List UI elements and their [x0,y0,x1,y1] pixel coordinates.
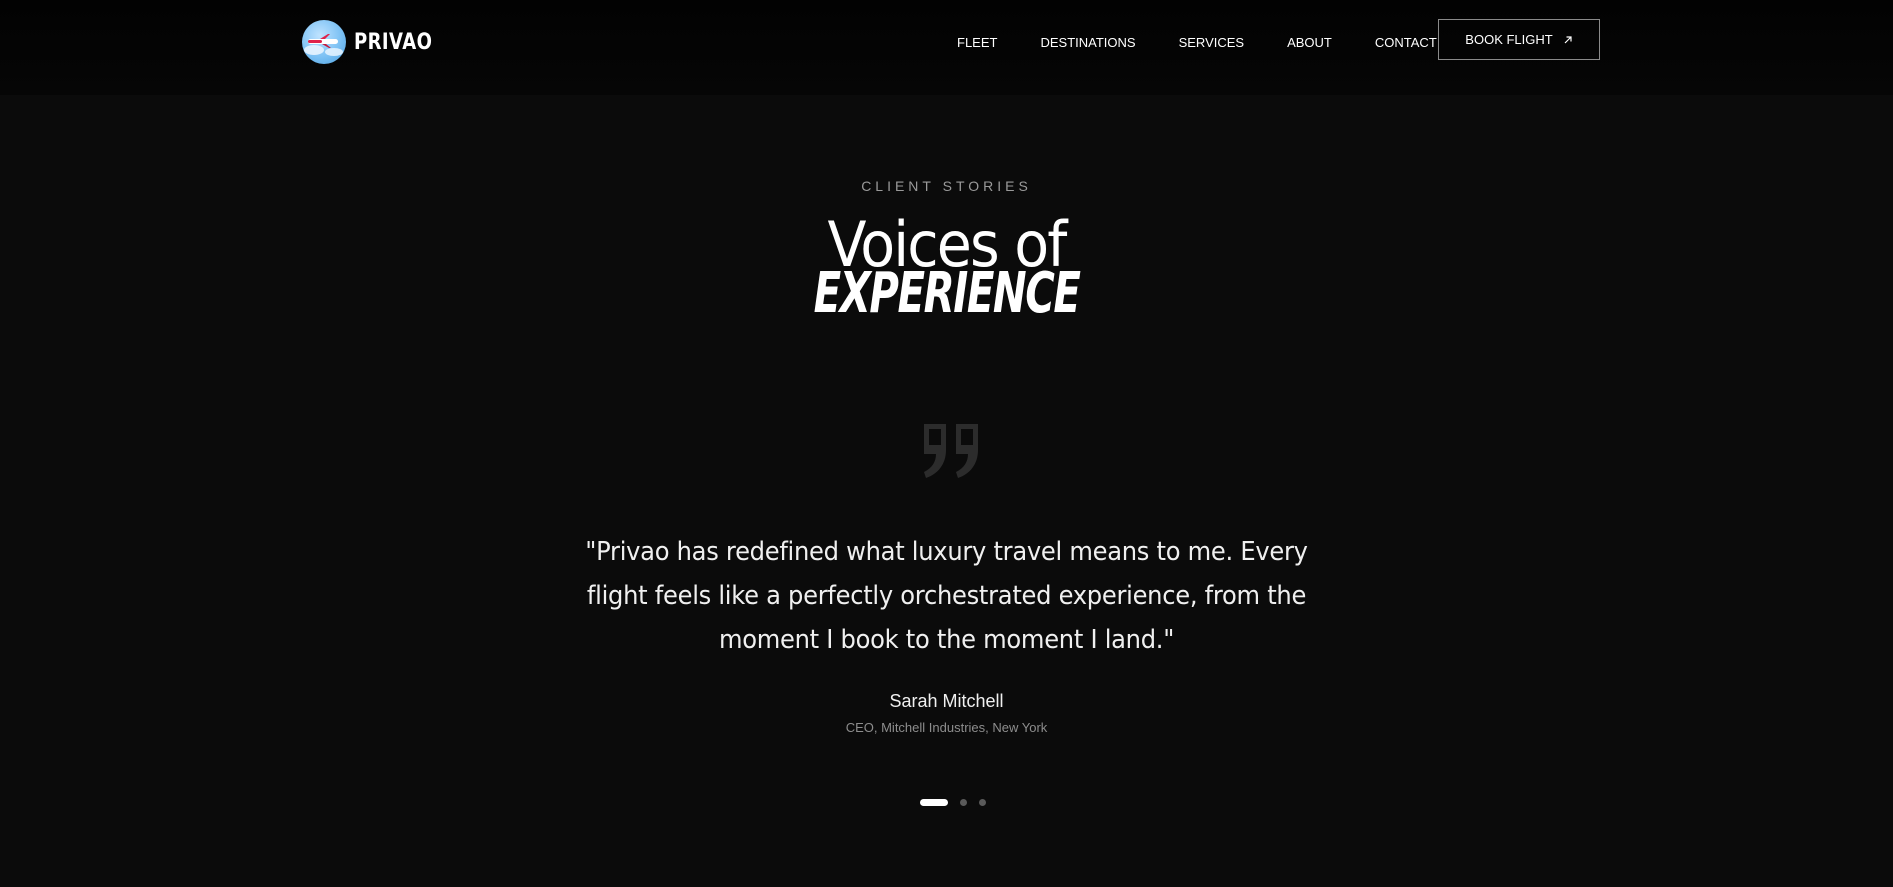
book-flight-button[interactable]: BOOK FLIGHT [1438,19,1600,60]
section-title-emphasis: EXPERIENCE [813,261,1081,326]
testimonial-role: CEO, Mitchell Industries, New York [845,720,1048,735]
nav-services[interactable]: SERVICES [1179,33,1245,53]
nav-about[interactable]: ABOUT [1287,33,1332,53]
nav-destinations[interactable]: DESTINATIONS [1040,33,1135,53]
section-eyebrow: CLIENT STORIES [861,178,1032,194]
carousel-dot-3[interactable] [979,799,986,806]
logo-globe-icon [302,20,346,64]
nav-contact[interactable]: CONTACT [1375,33,1437,53]
arrow-up-right-icon [1564,35,1572,43]
section-title-line2: EXPERIENCE [0,262,1893,326]
brand-logo-link[interactable]: PRIVAO [302,20,450,64]
main-nav: FLEET DESTINATIONS SERVICES ABOUT CONTAC… [957,33,1437,53]
carousel-dot-1[interactable] [920,799,948,806]
carousel-pagination [920,799,986,806]
site-header: PRIVAO FLEET DESTINATIONS SERVICES ABOUT… [0,0,1893,95]
book-flight-label: BOOK FLIGHT [1465,32,1553,47]
brand-name: PRIVAO [354,29,433,55]
testimonial-quote: "Privao has redefined what luxury travel… [585,537,1308,655]
quote-icon [924,424,978,478]
carousel-dot-2[interactable] [960,799,967,806]
testimonial-author: Sarah Mitchell [889,691,1004,711]
nav-fleet[interactable]: FLEET [957,33,997,53]
